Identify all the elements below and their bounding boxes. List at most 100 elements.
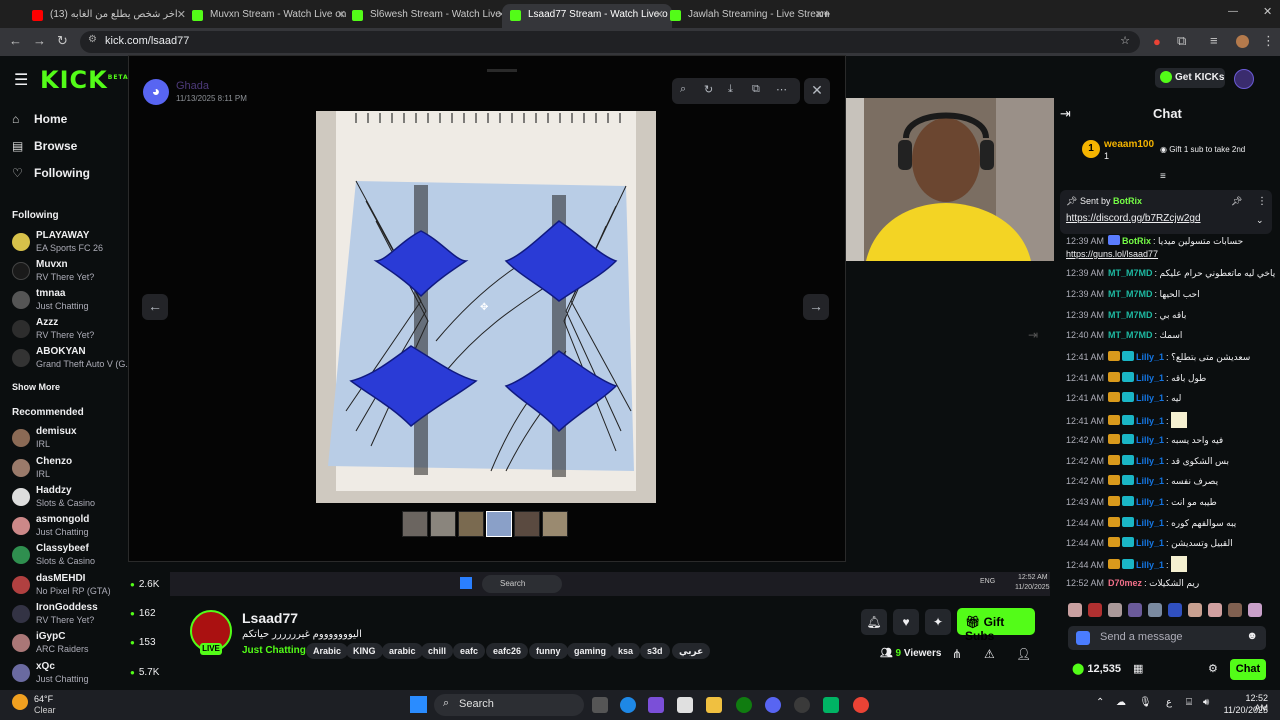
tag[interactable]: gaming xyxy=(567,643,614,659)
more-icon[interactable]: ⋮ xyxy=(1257,196,1267,207)
download-icon[interactable]: ⤓ xyxy=(728,83,733,96)
close-viewer-button[interactable]: ✕ xyxy=(804,78,830,104)
stream-category[interactable]: Just Chatting xyxy=(242,645,306,656)
nav-browse[interactable]: ▤ Browse xyxy=(12,139,77,153)
open-external-icon[interactable]: ⧉ xyxy=(752,83,760,96)
tag[interactable]: ksa xyxy=(611,643,641,659)
expand-leaderboard-icon[interactable]: ≡ xyxy=(1160,171,1166,182)
taskbar-search[interactable]: ⌕ Search xyxy=(434,694,584,716)
chat-input[interactable]: Send a message ☻ xyxy=(1068,626,1266,650)
pinned-link[interactable]: https://discord.gg/b7RZcjw2gd xyxy=(1066,213,1201,224)
emote-icon[interactable] xyxy=(1108,603,1122,617)
show-more-link[interactable]: Show More xyxy=(12,382,60,392)
tag[interactable]: s3d xyxy=(640,643,670,659)
tag[interactable]: eafc26 xyxy=(486,643,529,659)
profile-avatar[interactable] xyxy=(1236,35,1249,48)
app-icon[interactable] xyxy=(823,697,839,713)
onedrive-icon[interactable]: ☁ xyxy=(1116,697,1126,708)
nav-following[interactable]: ♡ Following xyxy=(12,166,90,180)
volume-icon[interactable]: 🔊︎ xyxy=(1203,697,1209,708)
steam-icon[interactable] xyxy=(794,697,810,713)
notification-bell-button[interactable]: 🔔︎ xyxy=(861,609,887,635)
browser-tab[interactable]: Jawlah Streaming - Live Stream ✕ xyxy=(662,4,832,28)
nav-home[interactable]: ⌂ Home xyxy=(12,112,67,126)
thumbnail[interactable] xyxy=(514,511,540,537)
emote-icon[interactable] xyxy=(1148,603,1162,617)
file-explorer-icon[interactable] xyxy=(706,697,722,713)
thumbnail[interactable] xyxy=(402,511,428,537)
browser-tab[interactable]: Sl6wesh Stream - Watch Live on✕ xyxy=(344,4,514,28)
microphone-icon[interactable]: 🎙︎ xyxy=(1139,697,1152,708)
emote-icon[interactable] xyxy=(1128,603,1142,617)
extensions-puzzle-icon[interactable]: ⧉ xyxy=(1177,33,1186,49)
settings-gear-icon[interactable]: ⚙ xyxy=(1208,662,1218,675)
rotate-icon[interactable]: ↻ xyxy=(704,83,713,96)
tag[interactable]: funny xyxy=(529,643,568,659)
recommended-channel[interactable]: xQcJust Chatting5.7K xyxy=(12,661,162,689)
send-chat-button[interactable]: Chat xyxy=(1230,659,1266,680)
thumbnail[interactable] xyxy=(430,511,456,537)
forward-icon[interactable]: → xyxy=(33,33,46,48)
top-gifter-name[interactable]: weaam100 xyxy=(1104,139,1154,150)
emoji-icon[interactable]: ☻ xyxy=(1246,630,1258,642)
address-bar[interactable]: ⚙ kick.com/lsaad77 ☆ xyxy=(80,31,1140,53)
new-tab-icon[interactable]: + xyxy=(823,6,831,21)
tag[interactable]: KING xyxy=(346,643,383,659)
browser-menu-icon[interactable]: ⋮ xyxy=(1262,33,1275,49)
thumbnail-selected[interactable] xyxy=(486,511,512,537)
collapse-chat-icon[interactable]: ⇥ xyxy=(1060,106,1071,122)
back-icon[interactable]: ← xyxy=(9,33,22,48)
emote-icon[interactable] xyxy=(1068,603,1082,617)
store-icon[interactable] xyxy=(677,697,693,713)
emote-icon[interactable] xyxy=(1248,603,1262,617)
tag[interactable]: eafc xyxy=(453,643,486,659)
streamer-name[interactable]: Lsaad77 xyxy=(242,610,298,626)
browser-tab[interactable]: (13) اخر شخص يطلع من الغابه ✕ xyxy=(24,4,194,28)
recommended-channel[interactable]: dasMEHDINo Pixel RP (GTA)2.6K xyxy=(12,573,162,601)
channel-points[interactable]: ⬤ 12,535 xyxy=(1072,662,1121,675)
collapse-video-icon[interactable]: ⇥ xyxy=(1028,328,1038,342)
clip-button[interactable]: ✦ xyxy=(925,609,951,635)
weather-temp[interactable]: 64°F xyxy=(34,694,53,704)
next-image-button[interactable]: → xyxy=(803,294,829,320)
hamburger-menu-icon[interactable]: ☰ xyxy=(14,70,28,90)
kick-logo[interactable]: KICKBETA xyxy=(40,66,129,94)
reload-icon[interactable]: ↻ xyxy=(57,33,68,49)
browser-tab[interactable]: Muvxn Stream - Watch Live on ✕ xyxy=(184,4,354,28)
tray-chevron-icon[interactable]: ⌃ xyxy=(1096,697,1104,708)
emote-icon[interactable] xyxy=(1168,603,1182,617)
zoom-icon[interactable]: ⌕ xyxy=(680,83,686,96)
tag[interactable]: Arabic xyxy=(306,643,349,659)
recommended-channel[interactable]: iGypCARC Raiders153 xyxy=(12,631,162,659)
emote-icon[interactable] xyxy=(1228,603,1242,617)
share-icon[interactable]: ⋔ xyxy=(952,647,962,661)
emote-icon[interactable] xyxy=(1208,603,1222,617)
media-controls-icon[interactable]: ≡ xyxy=(1210,33,1218,48)
thumbnail[interactable] xyxy=(458,511,484,537)
tag[interactable]: chill xyxy=(421,643,454,659)
follow-button[interactable]: ♥ xyxy=(893,609,919,635)
recommended-channel[interactable]: IronGoddessRV There Yet?162 xyxy=(12,602,162,630)
user-avatar[interactable] xyxy=(1234,69,1254,89)
chrome-icon[interactable] xyxy=(853,697,869,713)
browser-tab-active[interactable]: Lsaad77 Stream - Watch Live o ✕ xyxy=(502,4,672,28)
emote-icon[interactable] xyxy=(1088,603,1102,617)
copilot-icon[interactable] xyxy=(648,697,664,713)
tag[interactable]: arabic xyxy=(382,643,423,659)
chat-message-link[interactable]: https://guns.lol/lsaad77 xyxy=(1066,249,1276,267)
gift-subs-button[interactable]: 🎁︎ Gift Subs xyxy=(957,608,1035,643)
network-icon[interactable]: ⌸ xyxy=(1186,697,1192,708)
tag[interactable]: عربي xyxy=(672,643,711,659)
windows-start-button[interactable] xyxy=(410,696,427,713)
site-info-icon[interactable]: ⚙ xyxy=(88,34,97,45)
extension-icon[interactable]: ● xyxy=(1153,34,1161,49)
previous-image-button[interactable]: ← xyxy=(142,294,168,320)
minimize-window-icon[interactable]: — xyxy=(1228,6,1238,17)
edge-icon[interactable] xyxy=(620,697,636,713)
emote-icon[interactable] xyxy=(1188,603,1202,617)
bookmark-star-icon[interactable]: ☆ xyxy=(1120,34,1130,47)
get-kicks-button[interactable]: Get KICKs xyxy=(1155,68,1225,88)
xbox-icon[interactable] xyxy=(736,697,752,713)
chat-identity-icon[interactable] xyxy=(1076,631,1090,645)
chevron-down-icon[interactable]: ⌄ xyxy=(1256,215,1264,226)
